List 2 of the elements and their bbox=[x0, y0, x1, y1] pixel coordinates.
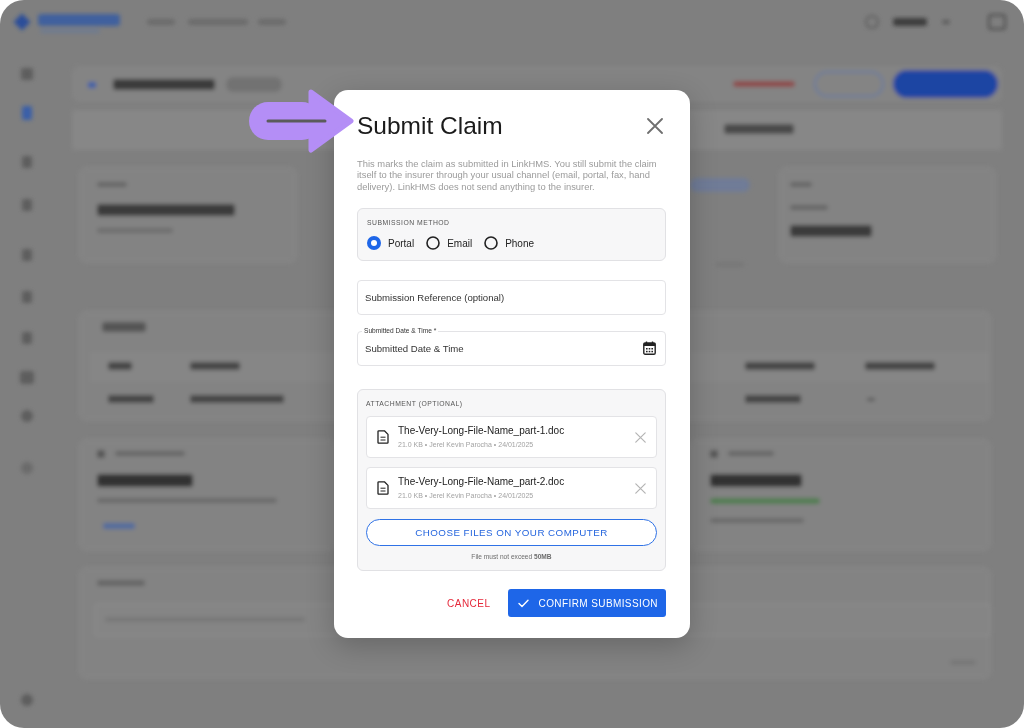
file-name: The-Very-Long-File-Name_part-1.doc bbox=[398, 425, 565, 438]
file-name: The-Very-Long-File-Name_part-2.doc bbox=[398, 476, 565, 489]
